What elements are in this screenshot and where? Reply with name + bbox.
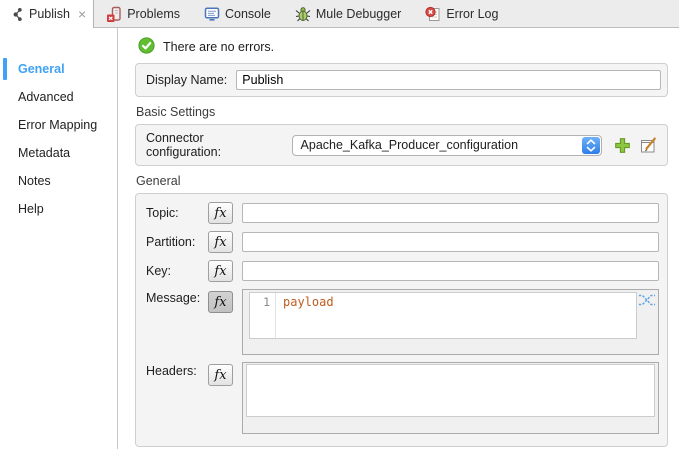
connector-configuration-label: Connector configuration: bbox=[146, 131, 282, 159]
dropdown-stepper-icon bbox=[582, 137, 600, 154]
check-icon bbox=[138, 37, 155, 57]
properties-sidebar: General Advanced Error Mapping Metadata … bbox=[0, 28, 118, 449]
headers-fx-button[interactable]: fx bbox=[208, 364, 233, 386]
headers-field-row: Headers: fx bbox=[146, 362, 659, 434]
headers-editor bbox=[242, 362, 659, 434]
code-surface[interactable]: 1 payload bbox=[249, 292, 637, 339]
topic-label: Topic: bbox=[146, 206, 208, 220]
selected-option: Apache_Kafka_Producer_configuration bbox=[293, 138, 582, 152]
add-configuration-button[interactable] bbox=[614, 137, 631, 154]
partition-label: Partition: bbox=[146, 235, 208, 249]
headers-input[interactable] bbox=[246, 364, 655, 417]
topic-field-row: Topic: fx bbox=[146, 202, 659, 224]
expression-code[interactable]: payload bbox=[276, 293, 334, 338]
sidebar-item-label: Advanced bbox=[18, 90, 74, 104]
tab-mule-debugger[interactable]: Mule Debugger bbox=[283, 0, 413, 27]
partition-input[interactable] bbox=[242, 232, 659, 252]
tab-error-log[interactable]: Error Log bbox=[413, 0, 510, 27]
headers-label: Headers: bbox=[146, 364, 208, 378]
general-panel: Topic: fx Partition: fx Key: fx Message: bbox=[135, 193, 668, 447]
basic-settings-title: Basic Settings bbox=[136, 105, 668, 120]
message-expression-editor[interactable]: 1 payload bbox=[242, 289, 659, 355]
basic-settings-panel: Connector configuration: Apache_Kafka_Pr… bbox=[135, 124, 668, 166]
key-field-row: Key: fx bbox=[146, 260, 659, 282]
tab-bar: Publish × Problems bbox=[0, 0, 679, 28]
tab-label: Mule Debugger bbox=[316, 7, 401, 21]
connector-configuration-select[interactable]: Apache_Kafka_Producer_configuration bbox=[292, 135, 602, 156]
close-icon[interactable]: × bbox=[78, 7, 86, 21]
line-number-gutter: 1 bbox=[250, 293, 276, 338]
message-field-row: Message: fx 1 payload bbox=[146, 289, 659, 355]
sidebar-item-notes[interactable]: Notes bbox=[0, 167, 117, 195]
properties-form: There are no errors. Display Name: Basic… bbox=[118, 28, 679, 449]
partition-field-row: Partition: fx bbox=[146, 231, 659, 253]
dataweave-icon[interactable] bbox=[638, 293, 656, 310]
sidebar-item-label: Error Mapping bbox=[18, 118, 97, 132]
key-input[interactable] bbox=[242, 261, 659, 281]
properties-editor-window: Publish × Problems bbox=[0, 0, 679, 449]
bug-icon bbox=[295, 6, 311, 22]
sidebar-item-error-mapping[interactable]: Error Mapping bbox=[0, 111, 117, 139]
topic-input[interactable] bbox=[242, 203, 659, 223]
general-section-title: General bbox=[136, 174, 668, 189]
sidebar-item-label: Help bbox=[18, 202, 44, 216]
tab-problems[interactable]: Problems bbox=[94, 0, 192, 27]
sidebar-item-label: Notes bbox=[18, 174, 51, 188]
tab-label: Publish bbox=[29, 7, 70, 21]
error-log-icon bbox=[425, 6, 441, 22]
display-name-input[interactable] bbox=[236, 70, 661, 90]
key-label: Key: bbox=[146, 264, 208, 278]
validation-status: There are no errors. bbox=[138, 38, 668, 56]
key-fx-button[interactable]: fx bbox=[208, 260, 233, 282]
tab-label: Problems bbox=[127, 7, 180, 21]
partition-fx-button[interactable]: fx bbox=[208, 231, 233, 253]
sidebar-item-label: General bbox=[18, 62, 65, 76]
sidebar-item-advanced[interactable]: Advanced bbox=[0, 83, 117, 111]
selected-indicator bbox=[3, 58, 7, 80]
kafka-icon bbox=[12, 7, 24, 22]
message-fx-button[interactable]: fx bbox=[208, 291, 233, 313]
display-name-label: Display Name: bbox=[146, 73, 227, 87]
tab-label: Console bbox=[225, 7, 271, 21]
tab-label: Error Log bbox=[446, 7, 498, 21]
sidebar-item-general[interactable]: General bbox=[0, 55, 117, 83]
topic-fx-button[interactable]: fx bbox=[208, 202, 233, 224]
tab-console[interactable]: Console bbox=[192, 0, 283, 27]
message-label: Message: bbox=[146, 291, 208, 305]
status-message: There are no errors. bbox=[163, 40, 274, 54]
tab-publish[interactable]: Publish × bbox=[0, 0, 94, 28]
display-name-panel: Display Name: bbox=[135, 63, 668, 97]
sidebar-item-label: Metadata bbox=[18, 146, 70, 160]
edit-configuration-button[interactable] bbox=[640, 137, 657, 154]
console-icon bbox=[204, 6, 220, 22]
sidebar-item-help[interactable]: Help bbox=[0, 195, 117, 223]
problems-icon bbox=[106, 6, 122, 22]
sidebar-item-metadata[interactable]: Metadata bbox=[0, 139, 117, 167]
